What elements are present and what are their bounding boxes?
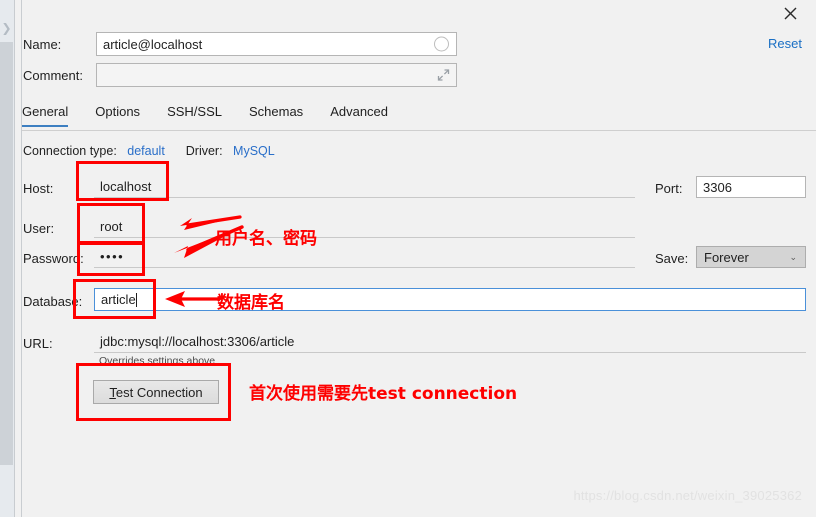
driver-value[interactable]: MySQL bbox=[233, 144, 275, 158]
connection-type-label: Connection type: bbox=[23, 144, 117, 158]
test-connection-label: est Connection bbox=[115, 384, 203, 400]
reset-label: Reset bbox=[768, 36, 802, 51]
name-label: Name: bbox=[23, 37, 62, 52]
port-label: Port: bbox=[655, 181, 683, 196]
text-caret bbox=[135, 292, 137, 307]
url-hint: Overrides settings above bbox=[99, 355, 216, 367]
sidebar-divider bbox=[21, 0, 22, 517]
tab-ssh-ssl[interactable]: SSH/SSL bbox=[167, 102, 222, 125]
database-input[interactable]: article bbox=[94, 288, 806, 311]
host-input[interactable]: localhost bbox=[94, 176, 635, 198]
tab-bar-underline bbox=[22, 130, 816, 131]
name-input[interactable]: article@localhost bbox=[96, 32, 457, 56]
name-input-value: article@localhost bbox=[103, 36, 203, 52]
database-label: Database: bbox=[23, 294, 83, 309]
save-select[interactable]: Forever ⌄ bbox=[696, 246, 806, 268]
close-button[interactable] bbox=[772, 0, 808, 26]
driver-label: Driver: bbox=[185, 144, 223, 158]
tab-options[interactable]: Options bbox=[95, 102, 140, 125]
user-label: User: bbox=[23, 221, 55, 236]
host-input-value: localhost bbox=[100, 179, 152, 194]
chevron-down-icon: ⌄ bbox=[789, 251, 797, 262]
data-source-properties-dialog: ❯ Reset Name: article@localhost Comment:… bbox=[0, 0, 816, 517]
tab-general[interactable]: General bbox=[22, 102, 69, 127]
annotation-test-note: 首次使用需要先test connection bbox=[249, 384, 518, 404]
name-reset-circle-icon[interactable] bbox=[434, 36, 449, 52]
tab-bar: General Options SSH/SSL Schemas Advanced bbox=[22, 102, 415, 130]
url-input[interactable]: jdbc:mysql://localhost:3306/article bbox=[94, 331, 806, 353]
password-input[interactable]: •••• bbox=[94, 246, 635, 268]
tab-schemas[interactable]: Schemas bbox=[249, 102, 303, 125]
test-connection-button[interactable]: Test Connection bbox=[93, 380, 219, 404]
host-label: Host: bbox=[23, 181, 54, 196]
save-label: Save: bbox=[655, 251, 689, 266]
sidebar-scroll-thumb[interactable] bbox=[0, 42, 13, 465]
url-input-value: jdbc:mysql://localhost:3306/article bbox=[100, 334, 295, 349]
port-input[interactable]: 3306 bbox=[696, 176, 806, 198]
reset-link[interactable]: Reset bbox=[768, 36, 802, 51]
connection-info: Connection type: default Driver: MySQL bbox=[23, 144, 275, 158]
connection-type-value[interactable]: default bbox=[127, 144, 165, 158]
sidebar-rail: ❯ bbox=[0, 0, 15, 517]
save-select-value: Forever bbox=[704, 249, 749, 265]
port-input-value: 3306 bbox=[703, 179, 732, 195]
expand-sidebar-chevron-icon[interactable]: ❯ bbox=[0, 21, 13, 35]
url-label: URL: bbox=[23, 336, 53, 351]
database-input-value: article bbox=[101, 292, 136, 307]
tab-advanced[interactable]: Advanced bbox=[330, 102, 388, 125]
close-icon bbox=[784, 7, 796, 19]
user-input-value: root bbox=[100, 219, 123, 234]
comment-label: Comment: bbox=[23, 68, 83, 83]
expand-comment-icon[interactable] bbox=[437, 69, 450, 82]
password-input-value: •••• bbox=[100, 249, 125, 264]
password-label: Password: bbox=[23, 251, 84, 266]
user-input[interactable]: root bbox=[94, 216, 635, 238]
comment-input[interactable] bbox=[96, 63, 457, 87]
watermark: https://blog.csdn.net/weixin_39025362 bbox=[573, 488, 802, 503]
